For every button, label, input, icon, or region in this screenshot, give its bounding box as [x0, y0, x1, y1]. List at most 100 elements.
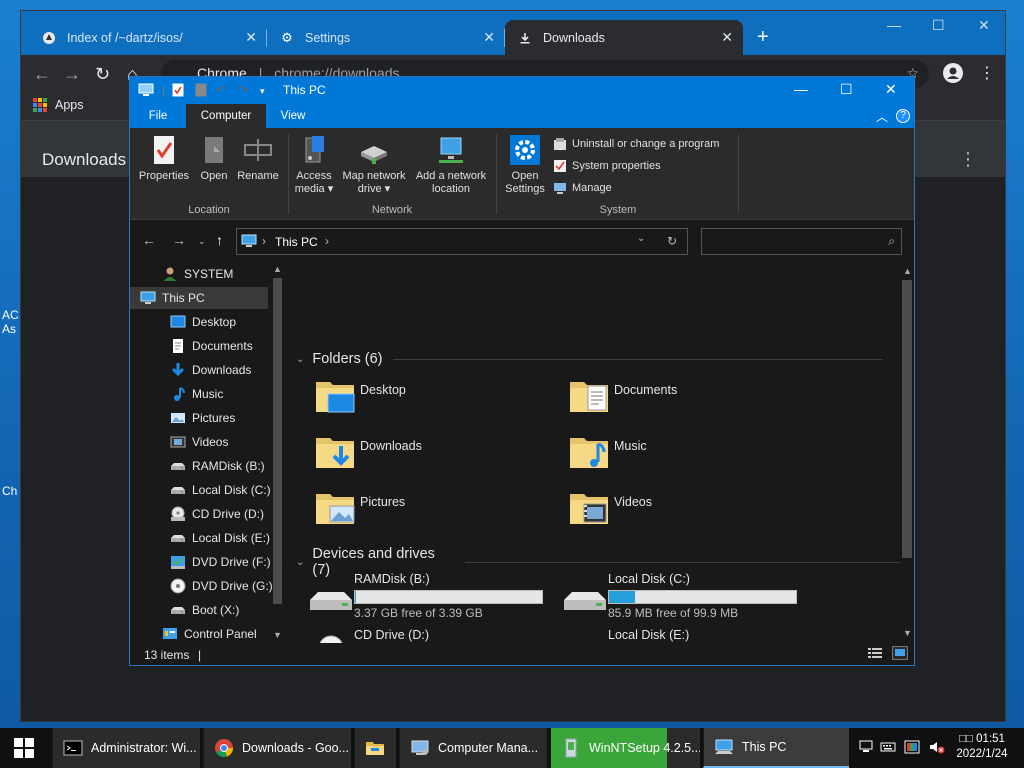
taskbar-button[interactable]: Downloads - Goo... — [203, 728, 351, 768]
tab-index-of-isos[interactable]: Index of /~dartz/isos/ ✕ — [29, 20, 267, 55]
drive-tile[interactable]: RAMDisk (B:) 3.37 GB free of 3.39 GB — [308, 572, 558, 622]
folder-tile[interactable]: Pictures — [314, 486, 564, 536]
scroll-up-icon[interactable]: ▲ — [273, 264, 282, 274]
nav-item[interactable]: This PC — [130, 287, 268, 309]
close-icon[interactable]: ✕ — [245, 29, 257, 46]
folder-tile[interactable]: Desktop — [314, 374, 564, 424]
minimize-icon[interactable]: — — [887, 17, 901, 33]
manage-button[interactable]: Manage — [553, 181, 612, 195]
properties-icon[interactable] — [172, 83, 184, 100]
folder-tile[interactable]: Music — [568, 430, 818, 480]
access-media-button[interactable]: Access media ▾ — [292, 134, 336, 196]
content-scrollbar[interactable]: ▲ ▼ — [900, 262, 914, 643]
scroll-thumb[interactable] — [273, 278, 282, 604]
tab-view[interactable]: View — [266, 104, 320, 128]
undo-icon[interactable]: ↶ — [216, 83, 226, 97]
nav-item[interactable]: DVD Drive (F:) C — [130, 551, 283, 573]
search-input[interactable]: ⌕ — [701, 228, 902, 255]
collapse-chevron-icon[interactable]: ⌄ — [296, 354, 304, 365]
taskbar-button[interactable] — [354, 728, 396, 768]
nav-item[interactable]: Local Disk (E:) — [130, 527, 270, 549]
system-clock[interactable]: □□ 01:51 2022/1/24 — [952, 732, 1012, 762]
drive-tile[interactable]: Local Disk (C:) 85.9 MB free of 99.9 MB — [562, 572, 812, 622]
volume-muted-icon[interactable] — [928, 740, 945, 754]
collapse-ribbon-icon[interactable]: ︿ — [876, 108, 888, 125]
map-network-drive-button[interactable]: Map network drive ▾ — [337, 134, 411, 196]
open-settings-button[interactable]: Open Settings — [500, 134, 550, 196]
uninstall-program-button[interactable]: Uninstall or change a program — [553, 137, 719, 151]
details-view-icon[interactable] — [868, 647, 882, 659]
tab-downloads[interactable]: Downloads ✕ — [505, 20, 743, 55]
open-button[interactable]: Open — [194, 134, 234, 183]
folders-section-header[interactable]: ⌄ Folders (6) — [296, 351, 883, 367]
close-window-icon[interactable]: ✕ — [978, 17, 990, 34]
maximize-icon[interactable]: ☐ — [932, 17, 945, 34]
nav-item[interactable]: Boot (X:) — [130, 599, 268, 621]
more-actions-icon[interactable]: ⋮ — [959, 149, 977, 170]
nav-item[interactable]: SYSTEM — [130, 263, 268, 285]
keyboard-tray-icon[interactable] — [880, 740, 896, 754]
address-bar[interactable]: › This PC › ⌄ ↻ — [236, 228, 688, 255]
folder-tile[interactable]: Videos — [568, 486, 818, 536]
add-network-location-button[interactable]: Add a network location — [411, 134, 491, 196]
tab-file[interactable]: File — [130, 104, 186, 128]
recent-locations-icon[interactable]: ⌄ — [198, 236, 206, 247]
new-folder-icon[interactable] — [195, 83, 207, 100]
nav-item[interactable]: Music — [130, 383, 268, 405]
address-dropdown-icon[interactable]: ⌄ — [637, 233, 645, 244]
desktop-icon-label[interactable]: As — [2, 322, 16, 336]
customize-qat-icon[interactable]: ▾ — [260, 86, 265, 97]
nav-item[interactable]: Downloads — [130, 359, 268, 381]
desktop-icon-label[interactable]: AC — [2, 308, 19, 322]
close-window-icon[interactable]: ✕ — [885, 81, 897, 98]
scroll-up-icon[interactable]: ▲ — [903, 266, 912, 276]
rename-button[interactable]: Rename — [236, 134, 280, 183]
tab-settings[interactable]: ⚙ Settings ✕ — [267, 20, 505, 55]
close-icon[interactable]: ✕ — [721, 29, 733, 46]
redo-icon[interactable]: ↷ — [238, 83, 248, 97]
nav-item[interactable]: Pictures — [130, 407, 268, 429]
breadcrumb[interactable]: This PC — [275, 235, 318, 249]
windows-start-icon[interactable] — [14, 738, 34, 761]
desktop-icon-label[interactable]: Ch — [2, 484, 17, 498]
nav-item[interactable]: Control Panel — [130, 623, 268, 643]
network-tray-icon[interactable] — [858, 740, 874, 754]
forward-icon[interactable]: → — [172, 232, 186, 248]
back-icon[interactable]: ← — [33, 64, 51, 85]
display-tray-icon[interactable] — [904, 740, 920, 754]
scroll-down-icon[interactable]: ▼ — [903, 628, 912, 638]
folder-tile[interactable]: Documents — [568, 374, 818, 424]
nav-item[interactable]: RAMDisk (B:) — [130, 455, 268, 477]
scroll-thumb[interactable] — [902, 280, 912, 558]
close-icon[interactable]: ✕ — [483, 29, 495, 46]
system-properties-button[interactable]: System properties — [553, 159, 661, 173]
nav-item[interactable]: DVD Drive (G:) v — [130, 575, 282, 597]
minimize-icon[interactable]: — — [794, 81, 808, 97]
taskbar-button[interactable]: Computer Mana... — [399, 728, 547, 768]
maximize-icon[interactable]: ☐ — [840, 81, 853, 98]
new-tab-button[interactable]: + — [757, 27, 769, 47]
nav-item[interactable]: Local Disk (C:) — [130, 479, 271, 501]
help-icon[interactable]: ? — [896, 109, 910, 123]
nav-item[interactable]: Videos — [130, 431, 268, 453]
drive-tile[interactable]: CD Drive (D:) — [308, 628, 558, 643]
reload-icon[interactable]: ↻ — [95, 64, 110, 85]
apps-bookmark[interactable]: Apps — [33, 98, 84, 112]
drive-tile[interactable]: Local Disk (E:) 49.7 GB free of 63.8 GB — [562, 628, 812, 643]
collapse-chevron-icon[interactable]: ⌄ — [296, 557, 304, 568]
up-icon[interactable]: ↑ — [216, 232, 223, 248]
properties-button[interactable]: Properties — [136, 134, 192, 183]
tab-computer[interactable]: Computer — [186, 104, 266, 128]
back-icon[interactable]: ← — [142, 232, 156, 248]
nav-item[interactable]: Desktop — [130, 311, 268, 333]
folder-tile[interactable]: Downloads — [314, 430, 564, 480]
nav-item[interactable]: Documents — [130, 335, 268, 357]
taskbar-button[interactable]: WinNTSetup 4.2.5... — [550, 728, 700, 768]
kebab-menu-icon[interactable]: ⋮ — [979, 63, 995, 83]
forward-icon[interactable]: → — [63, 64, 81, 85]
taskbar-button[interactable]: Administrator: Wi... — [52, 728, 200, 768]
large-icons-view-icon[interactable] — [892, 646, 908, 660]
scroll-down-icon[interactable]: ▼ — [273, 630, 282, 640]
nav-item[interactable]: CD Drive (D:) — [130, 503, 268, 525]
profile-avatar-icon[interactable] — [943, 63, 963, 83]
